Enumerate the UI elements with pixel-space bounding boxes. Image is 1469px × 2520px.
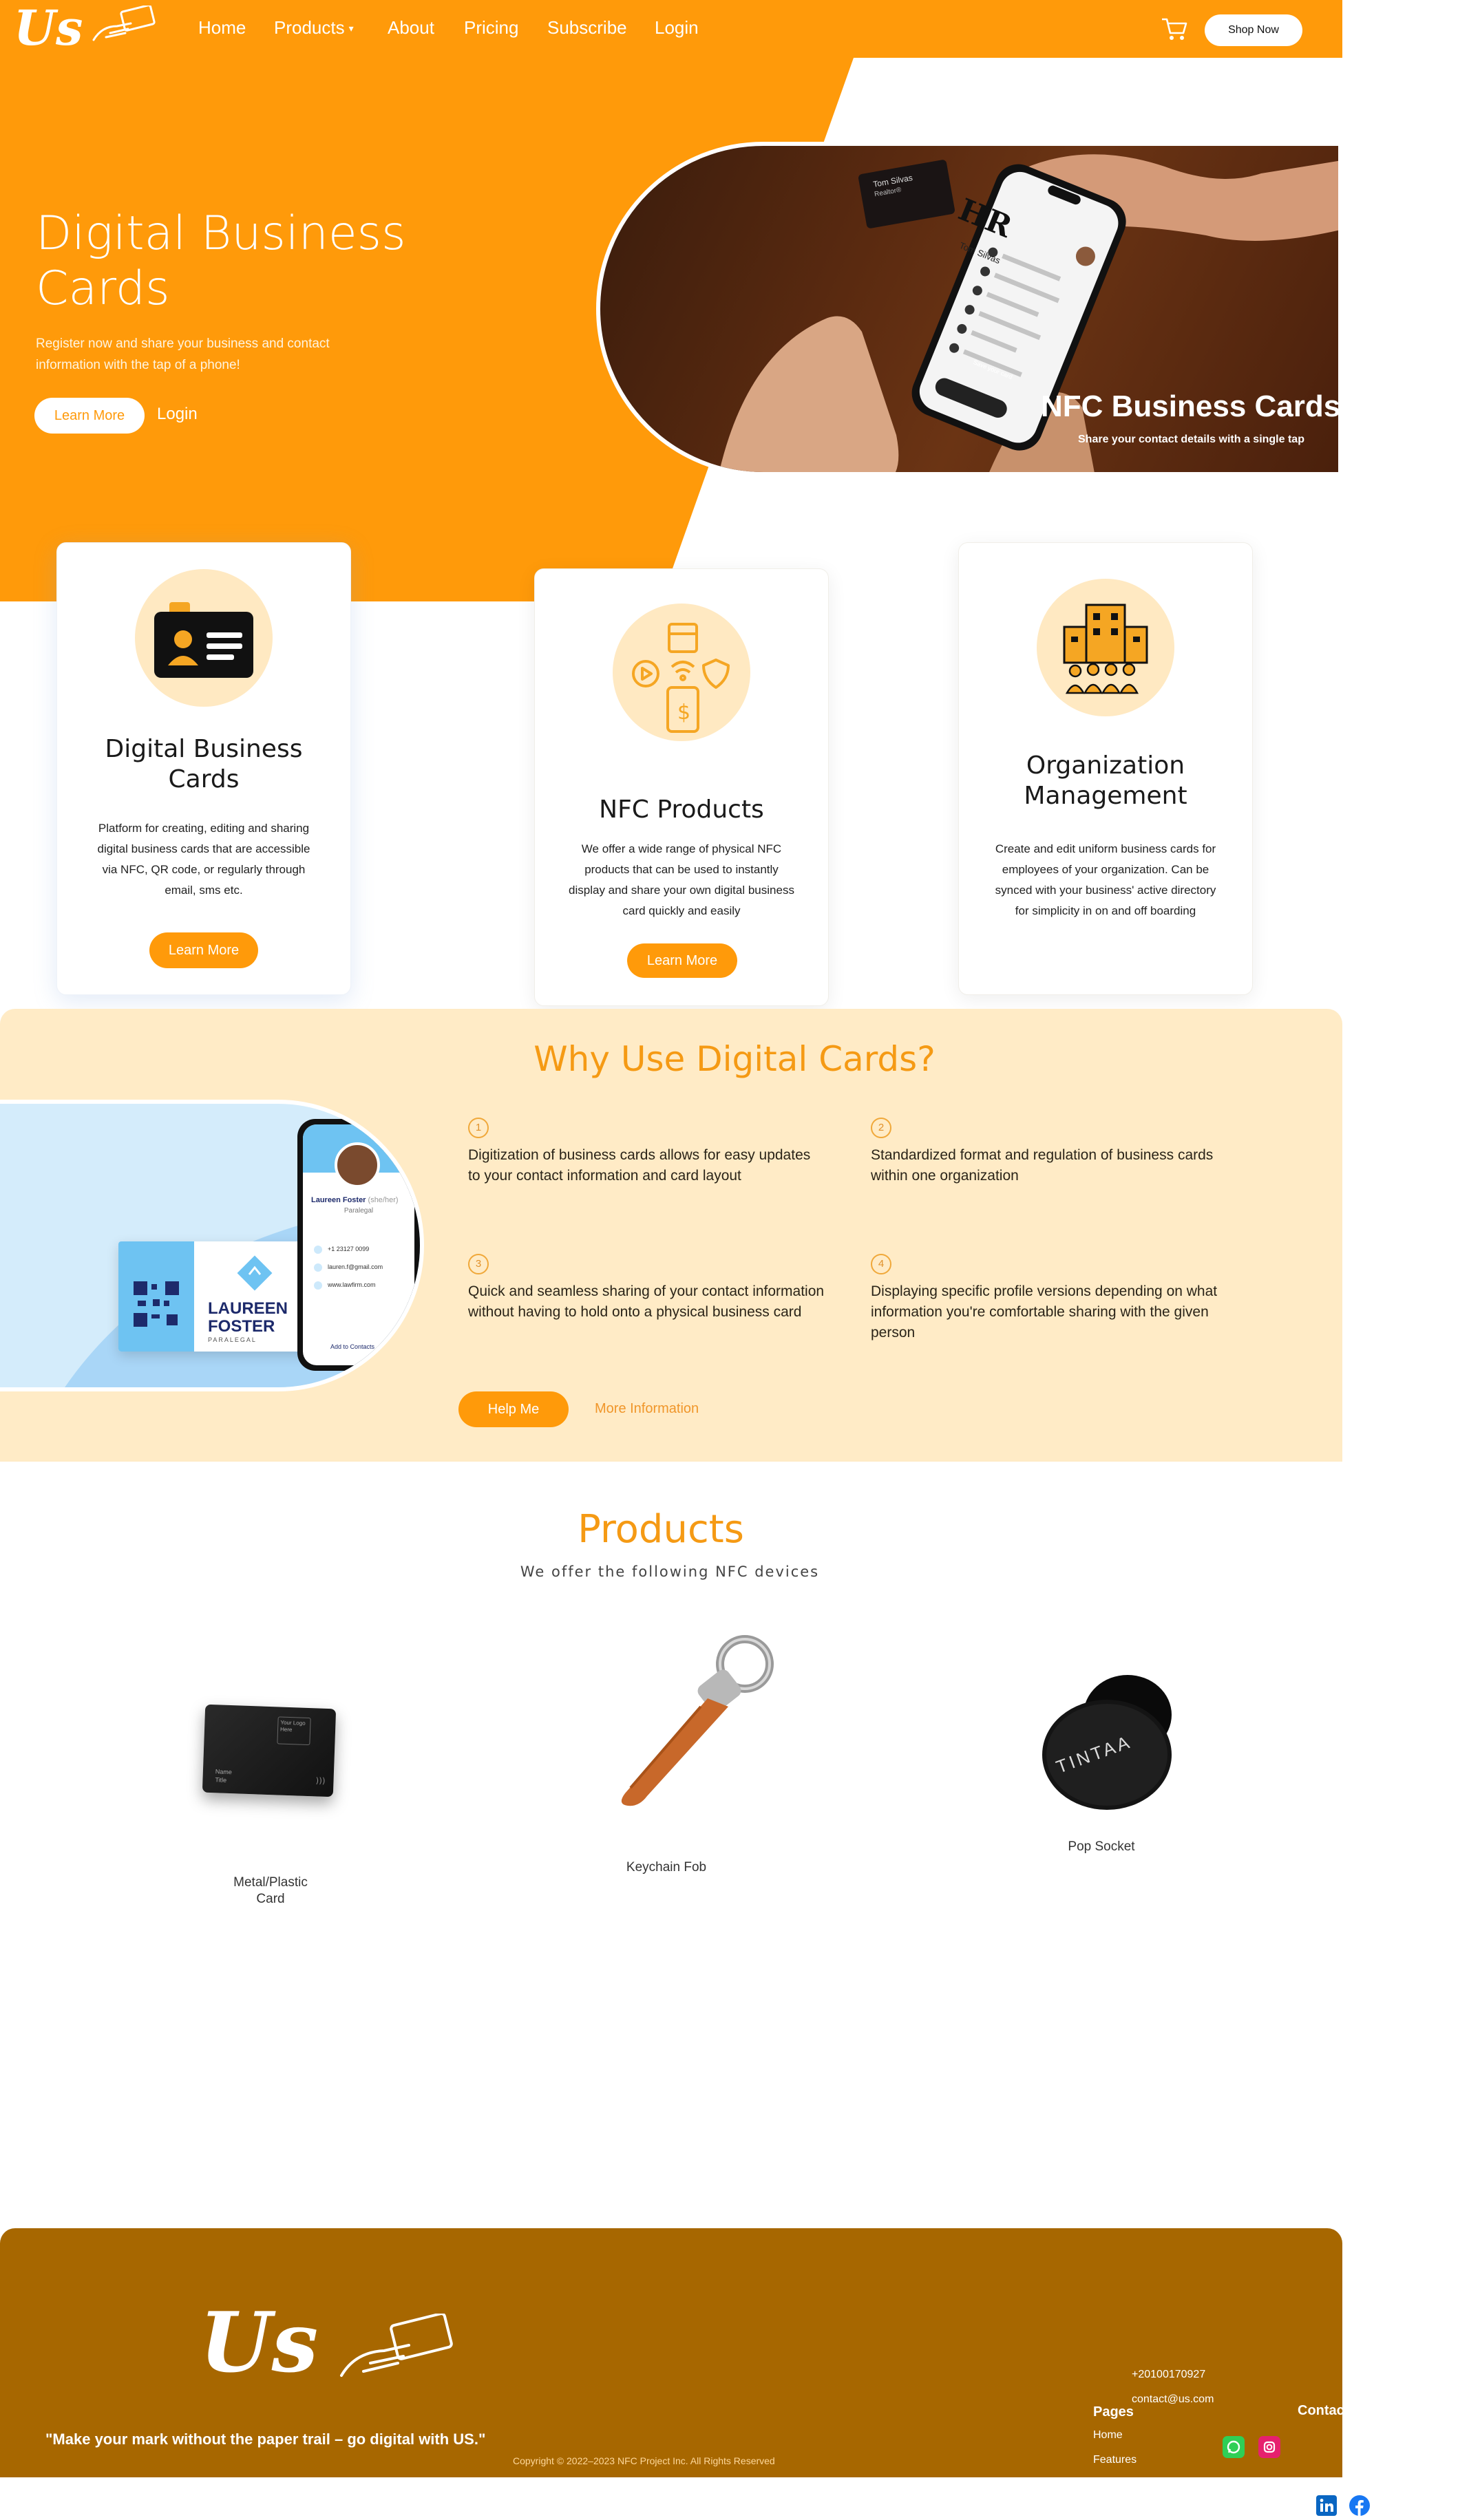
phone-line-1: +1 23127 0099 [328, 1246, 370, 1252]
hero-login-link[interactable]: Login [157, 405, 198, 424]
products-title: Products [578, 1507, 744, 1552]
avatar [335, 1142, 380, 1188]
why-item-text: Standardized format and regulation of bu… [871, 1147, 1214, 1184]
footer-link-home[interactable]: Home [1093, 2429, 1123, 2442]
nav-pricing[interactable]: Pricing [464, 17, 518, 39]
logo-hand-card-icon [92, 6, 156, 41]
footer-link-features[interactable]: Features [1093, 2454, 1137, 2466]
metal-card-title: Title [215, 1776, 227, 1784]
more-information-link[interactable]: More Information [595, 1401, 699, 1417]
feature-learn-more-button[interactable]: Learn More [627, 943, 737, 978]
feature-card-digital: Digital Business Cards Platform for crea… [56, 542, 351, 995]
instagram-icon[interactable] [1258, 2436, 1280, 2458]
hero-image-subheading: Share your contact details with a single… [1078, 434, 1304, 445]
why-number-badge: 4 [871, 1254, 891, 1274]
feature-title: NFC Products [599, 795, 764, 824]
phone-graphic: Laureen Foster (she/her) Paralegal +1 23… [297, 1119, 420, 1371]
top-navbar: Us Home Products ▾ About Pricing Subscrib… [0, 0, 1342, 58]
organization-building-icon [1037, 579, 1174, 716]
footer-contact-heading: Contact [1298, 2403, 1349, 2418]
feature-title: Digital Business Cards [105, 735, 303, 793]
id-badge-graphic [154, 602, 253, 678]
card-logo-icon [237, 1255, 273, 1291]
product-label: Metal/Plastic Card [233, 1875, 308, 1906]
phone-profile-role: Paralegal [344, 1207, 374, 1215]
feature-learn-more-button[interactable]: Learn More [149, 932, 258, 968]
feature-description: We offer a wide range of physical NFC pr… [569, 842, 794, 917]
feature-title: Organization Management [1024, 751, 1187, 810]
whatsapp-glyph [1227, 2440, 1240, 2454]
help-me-button[interactable]: Help Me [458, 1391, 569, 1427]
footer-quote: "Make your mark without the paper trail … [45, 2431, 486, 2448]
nfc-payment-icon: $ [613, 604, 750, 741]
nfc-wave-icon: ))) [315, 1775, 326, 1786]
nav-products[interactable]: Products ▾ [274, 17, 354, 39]
why-number-badge: 2 [871, 1118, 891, 1138]
feature-card-nfc: $ NFC Products We offer a wide range of … [534, 568, 829, 1006]
footer-pages-heading: Pages [1093, 2404, 1134, 2420]
product-label: Pop Socket [1068, 1839, 1135, 1854]
nav-login[interactable]: Login [655, 17, 699, 39]
nfc-payment-graphic: $ [632, 623, 730, 733]
svg-text:$: $ [677, 701, 690, 725]
phone-profile-name: Laureen Foster (she/her) [311, 1196, 399, 1204]
chevron-down-icon: ▾ [348, 23, 354, 34]
nav-home[interactable]: Home [198, 17, 246, 39]
nav-subscribe[interactable]: Subscribe [547, 17, 627, 39]
card-last-name: FOSTER [208, 1317, 275, 1336]
phone-name-text: Laureen Foster [311, 1196, 366, 1204]
linkedin-icon[interactable] [1316, 2495, 1337, 2516]
product-metal-card[interactable]: Your Logo Here Name Title ))) [202, 1704, 337, 1797]
why-number-badge: 1 [468, 1118, 489, 1138]
hero-learn-more-button[interactable]: Learn More [34, 398, 145, 434]
facebook-icon[interactable] [1349, 2495, 1370, 2516]
whatsapp-icon[interactable] [1223, 2436, 1245, 2458]
keychain-fob-icon[interactable] [598, 1635, 776, 1814]
footer-copyright: Copyright © 2022–2023 NFC Project Inc. A… [513, 2455, 775, 2466]
nav-products-label: Products [274, 17, 345, 38]
cart-icon[interactable] [1161, 17, 1188, 41]
footer-email[interactable]: contact@us.com [1132, 2393, 1214, 2406]
feature-card-organization: Organization Management Create and edit … [958, 542, 1253, 995]
hero-title: Digital Business Cards [36, 206, 406, 316]
phone-add-contact-label: Add to Contacts [330, 1343, 375, 1350]
hero-image-heading: NFC Business Cards [1041, 389, 1341, 423]
hero-image: HR Tom Silvas Tom Silvas Realtor® Save y… [596, 142, 1342, 476]
nav-about[interactable]: About [388, 17, 434, 39]
card-first-name: LAUREEN [208, 1299, 288, 1318]
hero-subtitle: Register now and share your business and… [36, 337, 330, 372]
phone-dot-2 [314, 1263, 322, 1272]
business-card-graphic: LAUREEN FOSTER PARALEGAL [118, 1241, 318, 1352]
shop-now-button[interactable]: Shop Now [1205, 14, 1302, 46]
phone-dot-1 [314, 1246, 322, 1254]
metal-card-logo-text: Your Logo Here [279, 1719, 306, 1733]
feature-description: Platform for creating, editing and shari… [97, 822, 310, 897]
why-item-text: Quick and seamless sharing of your conta… [468, 1283, 825, 1320]
products-subtitle: We offer the following NFC devices [520, 1563, 820, 1580]
why-item-text: Digitization of business cards allows fo… [468, 1147, 811, 1184]
footer-logo-hand-card-icon [340, 2314, 453, 2377]
why-title: Why Use Digital Cards? [533, 1039, 936, 1079]
card-role: PARALEGAL [208, 1336, 257, 1343]
brand-logo[interactable]: Us [14, 1, 83, 55]
phone-line-3: www.lawfirm.com [328, 1281, 376, 1288]
metal-card-name: Name [215, 1768, 233, 1776]
footer-phone[interactable]: +20100170927 [1132, 2369, 1205, 2381]
why-number-badge: 3 [468, 1254, 489, 1274]
instagram-glyph [1263, 2441, 1276, 2453]
feature-description: Create and edit uniform business cards f… [995, 842, 1216, 917]
organization-building-graphic [1063, 604, 1148, 694]
why-illustration: LAUREEN FOSTER PARALEGAL Laureen Foster … [0, 1100, 424, 1391]
why-item-text: Displaying specific profile versions dep… [871, 1283, 1218, 1341]
product-label: Keychain Fob [626, 1860, 707, 1875]
phone-dot-3 [314, 1281, 322, 1290]
qr-code-icon [132, 1280, 180, 1328]
id-badge-icon [135, 569, 273, 707]
phone-line-2: lauren.f@gmail.com [328, 1263, 383, 1270]
phone-screen: Laureen Foster (she/her) Paralegal +1 23… [303, 1124, 414, 1365]
footer-logo[interactable]: Us [200, 2298, 318, 2388]
phone-pronoun-text: (she/her) [368, 1196, 399, 1204]
